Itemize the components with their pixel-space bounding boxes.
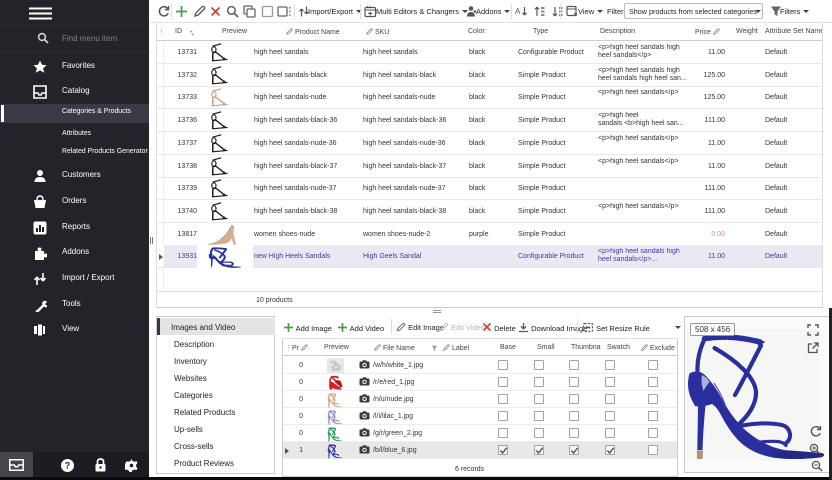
svg-text:A: A [515,7,521,16]
svg-text:?: ? [65,461,71,471]
